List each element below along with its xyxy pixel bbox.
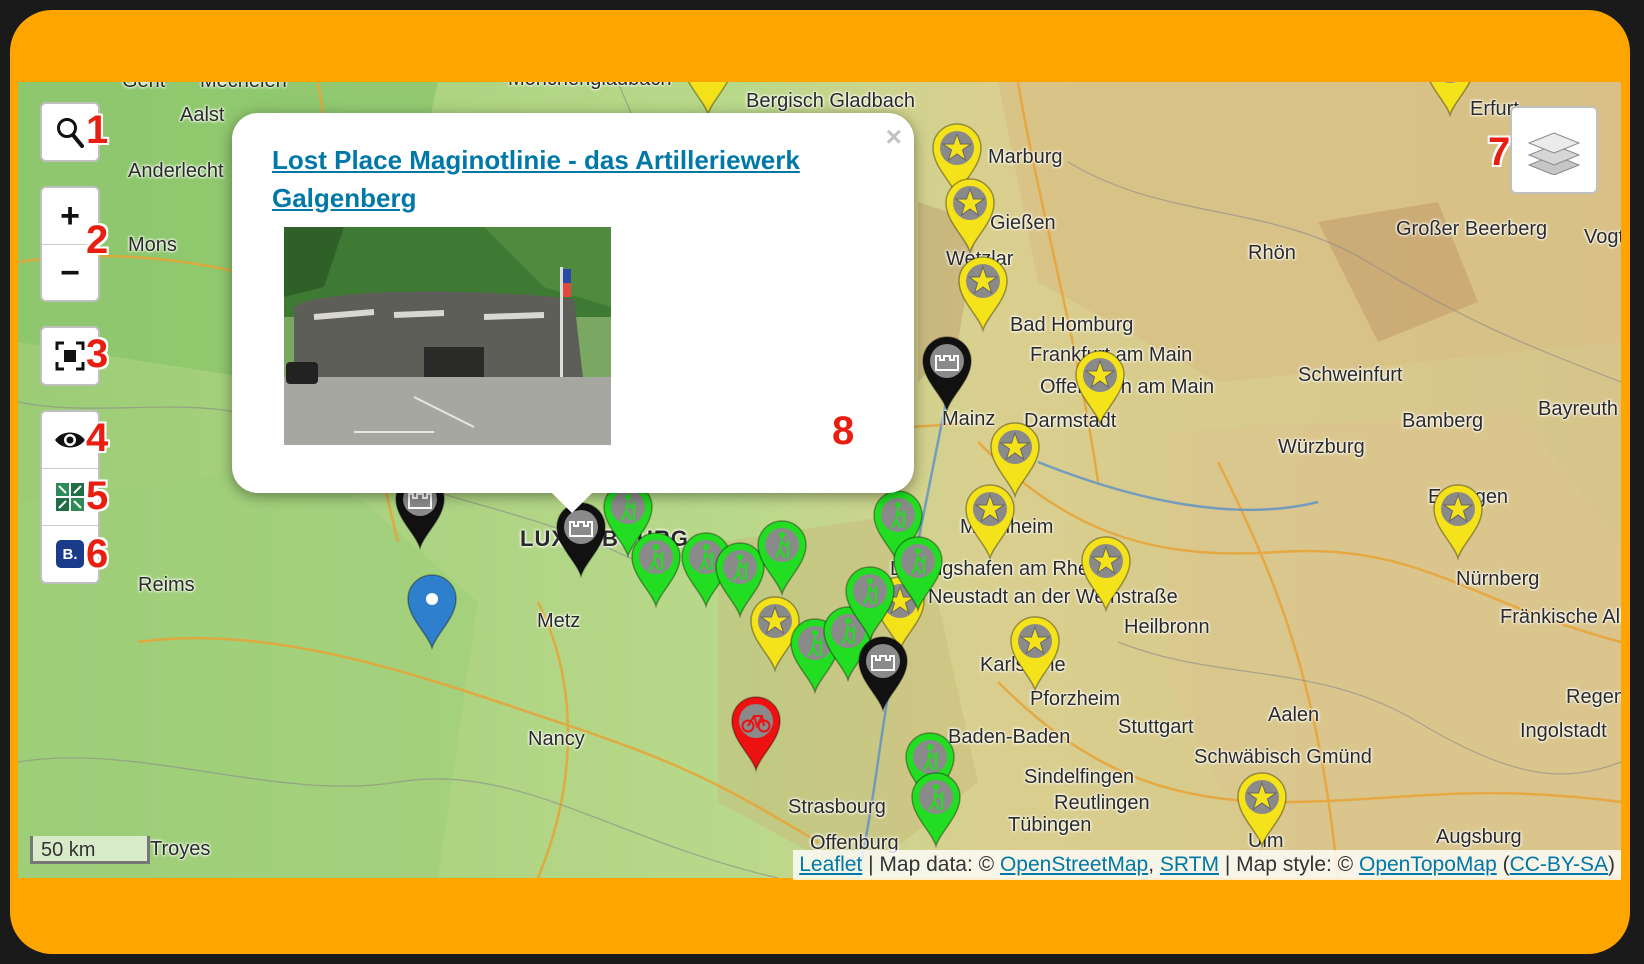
city-label: Metz — [537, 610, 581, 632]
city-label: Mönchengladbach — [508, 82, 671, 91]
city-label: Bamberg — [1402, 410, 1484, 432]
annotation-6: 6 — [86, 532, 109, 576]
popup-photo[interactable] — [284, 227, 611, 445]
city-label: Nancy — [528, 728, 585, 750]
magnifier-icon — [57, 118, 84, 148]
booking-icon: B. — [56, 540, 84, 568]
city-label: Bergisch Gladbach — [746, 90, 915, 112]
star-marker[interactable] — [680, 82, 736, 116]
marker-popup: Lost Place Maginotlinie - das Artillerie… — [232, 113, 914, 513]
layers-icon — [1527, 132, 1581, 175]
city-label: Vogt — [1584, 226, 1621, 248]
attr-paren-close: ) — [1608, 853, 1615, 876]
city-label: Neustadt an der Weinstraße — [928, 586, 1178, 608]
hiker-marker[interactable] — [890, 534, 946, 612]
city-label: Schweinfurt — [1298, 364, 1403, 386]
annotation-3: 3 — [86, 332, 109, 376]
layers-button[interactable] — [1512, 108, 1596, 192]
city-label: Mons — [128, 234, 177, 256]
annotation-4: 4 — [86, 416, 109, 460]
opentopomap-link[interactable]: OpenTopoMap — [1359, 853, 1497, 876]
annotation-1: 1 — [86, 108, 109, 152]
star-marker[interactable] — [1072, 348, 1128, 426]
city-label: Schwäbisch Gmünd — [1194, 746, 1372, 768]
generic-marker[interactable] — [404, 572, 460, 650]
city-label: Aalen — [1268, 704, 1320, 726]
city-label: Tübingen — [1008, 814, 1092, 836]
popup-tip — [550, 491, 594, 513]
star-marker[interactable] — [1078, 534, 1134, 612]
city-label: Reims — [138, 574, 195, 596]
annotation-2: 2 — [86, 218, 109, 262]
star-marker[interactable] — [962, 482, 1018, 560]
star-marker[interactable] — [942, 176, 998, 254]
annotation-7: 7 — [1488, 130, 1511, 174]
geocache-icon — [56, 483, 84, 511]
city-label: Marburg — [988, 146, 1063, 168]
attr-text-2: | Map style: © — [1219, 853, 1359, 876]
city-label: Augsburg — [1436, 826, 1522, 848]
city-label: Gießen — [990, 212, 1056, 234]
license-link[interactable]: CC-BY-SA — [1510, 853, 1608, 876]
city-label: Rhön — [1248, 242, 1296, 264]
attribution: Leaflet | Map data: © OpenStreetMap, SRT… — [793, 850, 1621, 880]
city-label: Regensburg — [1566, 686, 1621, 708]
popup-close-button[interactable]: × — [886, 121, 902, 153]
annotation-8: 8 — [832, 409, 855, 453]
star-marker[interactable] — [1422, 82, 1478, 117]
fort-marker[interactable] — [919, 334, 975, 412]
star-marker[interactable] — [1234, 770, 1290, 848]
attr-comma: , — [1148, 853, 1160, 876]
city-label: Bayreuth — [1538, 398, 1619, 420]
layers-control[interactable] — [1510, 106, 1598, 194]
attr-text-1: | Map data: © — [862, 853, 1000, 876]
attr-paren-open: ( — [1496, 853, 1510, 876]
city-label: Ingolstadt — [1520, 720, 1607, 742]
eye-icon — [55, 432, 85, 448]
popup-title-link[interactable]: Lost Place Maginotlinie - das Artillerie… — [272, 141, 872, 217]
city-label: Troyes — [150, 838, 211, 860]
osm-link[interactable]: OpenStreetMap — [1000, 853, 1148, 876]
star-marker[interactable] — [1007, 614, 1063, 692]
scale-bar: 50 km — [30, 836, 150, 864]
leaflet-link[interactable]: Leaflet — [799, 853, 862, 876]
city-label: Reutlingen — [1054, 792, 1150, 814]
city-label: Fränkische Alb — [1500, 606, 1621, 628]
star-marker[interactable] — [955, 254, 1011, 332]
bike-marker[interactable] — [728, 694, 784, 772]
srtm-link[interactable]: SRTM — [1160, 853, 1219, 876]
city-label: Würzburg — [1278, 436, 1365, 458]
hiker-marker[interactable] — [908, 770, 964, 848]
city-label: Stuttgart — [1118, 716, 1194, 738]
annotation-5: 5 — [86, 474, 109, 518]
city-label: Nürnberg — [1456, 568, 1540, 590]
city-label: Aalst — [180, 104, 225, 126]
city-label: Großer Beerberg — [1396, 218, 1548, 240]
fullscreen-icon — [55, 341, 85, 371]
star-marker[interactable] — [1430, 482, 1486, 560]
hiker-marker[interactable] — [754, 518, 810, 596]
city-label: Baden-Baden — [948, 726, 1071, 748]
hiker-marker[interactable] — [628, 530, 684, 608]
city-label: Bad Homburg — [1010, 314, 1134, 336]
city-label: Mechelen — [200, 82, 287, 93]
city-label: Strasbourg — [788, 796, 886, 818]
city-label: Gent — [122, 82, 165, 93]
bunker-photo — [284, 227, 611, 445]
fort-marker[interactable] — [855, 634, 911, 712]
city-label: Heilbronn — [1124, 616, 1210, 638]
hiker-marker[interactable] — [842, 564, 898, 642]
city-label: Anderlecht — [128, 160, 224, 182]
city-label: Sindelfingen — [1024, 766, 1135, 788]
